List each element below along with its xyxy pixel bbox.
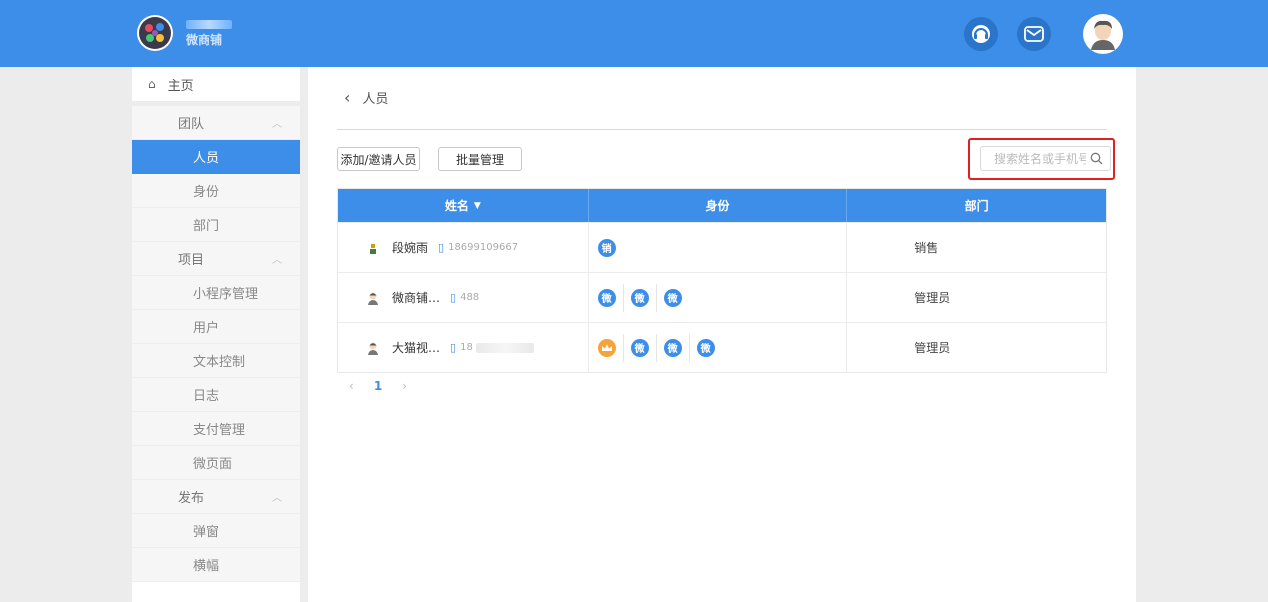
sort-caret-icon[interactable]: ▼: [474, 201, 481, 211]
user-avatar-button[interactable]: [1083, 14, 1123, 54]
badge-divider: [655, 333, 657, 362]
sidebar-group-publish[interactable]: 发布 ︿: [132, 480, 300, 514]
phone-number: 18: [460, 342, 473, 353]
crown-icon: [601, 344, 612, 351]
column-header-label: 部门: [964, 199, 989, 213]
department-cell: 管理员: [914, 341, 951, 355]
badge-divider: [688, 333, 690, 362]
role-badge[interactable]: 微: [663, 288, 682, 307]
column-header-role: 身份: [589, 189, 848, 222]
role-cell: 销: [589, 223, 848, 272]
role-badge[interactable]: 销: [597, 238, 616, 257]
blurred-phone: [475, 342, 534, 353]
role-badge[interactable]: 微: [630, 338, 649, 357]
headset-icon: [972, 25, 990, 43]
divider: [337, 129, 1107, 130]
sidebar-item-micropage[interactable]: 微页面: [132, 446, 300, 480]
sidebar-item-popup[interactable]: 弹窗: [132, 514, 300, 548]
people-table: 姓名 ▼ 身份 部门 段婉雨 ▯ 18699109667 销 销售 微商铺… ▯…: [337, 188, 1107, 373]
home-icon: ⌂: [148, 77, 156, 91]
badge-divider: [622, 283, 624, 312]
phone-icon: ▯: [438, 241, 445, 254]
page-title: 人员: [362, 92, 389, 107]
search-box[interactable]: [980, 146, 1111, 171]
department-cell: 销售: [914, 241, 939, 255]
table-row[interactable]: 微商铺… ▯ 488 微 微 微 管理员: [338, 272, 1106, 322]
role-cell: 微 微 微: [589, 273, 848, 322]
brand-name: 微商铺: [186, 33, 223, 47]
role-badge[interactable]: 微: [663, 338, 682, 357]
name-cell: 大猫视… ▯ 18: [338, 323, 589, 372]
sidebar-item-banner[interactable]: 横幅: [132, 548, 300, 582]
person-avatar-icon: [370, 243, 376, 254]
phone-number: 488: [460, 292, 480, 303]
mail-button[interactable]: [1017, 17, 1051, 51]
mail-icon: [1024, 26, 1044, 42]
logo-icon: [139, 17, 171, 49]
sidebar-item-users[interactable]: 用户: [132, 310, 300, 344]
sidebar-item-payment[interactable]: 支付管理: [132, 412, 300, 446]
role-badge[interactable]: 微: [597, 288, 616, 307]
sidebar-group-label: 团队: [178, 117, 205, 132]
sidebar-group-label: 项目: [178, 253, 205, 268]
person-avatar-icon: [368, 292, 378, 305]
main-panel: ‹ 人员 添加/邀请人员 批量管理 姓名 ▼ 身份 部门: [308, 67, 1136, 602]
table-row[interactable]: 段婉雨 ▯ 18699109667 销 销售: [338, 222, 1106, 272]
back-arrow-icon[interactable]: ‹: [344, 88, 350, 107]
sidebar-group-label: 发布: [178, 491, 205, 506]
crown-badge[interactable]: [597, 338, 616, 357]
phone-icon: ▯: [450, 341, 457, 354]
sidebar-item-home[interactable]: ⌂ 主页: [132, 67, 300, 101]
person-name: 段婉雨: [392, 241, 429, 255]
column-header-name[interactable]: 姓名 ▼: [338, 189, 589, 222]
column-header-label: 身份: [705, 199, 730, 213]
prev-page-button[interactable]: ‹: [349, 379, 354, 393]
sidebar-item-miniprogram[interactable]: 小程序管理: [132, 276, 300, 310]
search-icon[interactable]: [1090, 152, 1103, 165]
table-row[interactable]: 大猫视… ▯ 18 微 微 微 管理员: [338, 322, 1106, 372]
chevron-up-icon: ︿: [272, 119, 282, 130]
chevron-up-icon: ︿: [272, 493, 282, 504]
sidebar-item-text-control[interactable]: 文本控制: [132, 344, 300, 378]
sidebar-item-label: 主页: [167, 78, 194, 94]
sidebar-item-people[interactable]: 人员: [132, 140, 300, 174]
brand-logo[interactable]: [137, 15, 173, 51]
person-avatar-icon: [368, 342, 378, 355]
support-button[interactable]: [964, 17, 998, 51]
next-page-button[interactable]: ›: [402, 379, 407, 393]
name-cell: 微商铺… ▯ 488: [338, 273, 589, 322]
sidebar-group-project[interactable]: 项目 ︿: [132, 242, 300, 276]
batch-manage-button[interactable]: 批量管理: [438, 147, 522, 171]
department-cell: 管理员: [914, 291, 951, 305]
search-input[interactable]: [994, 151, 1086, 166]
sidebar-item-identity[interactable]: 身份: [132, 174, 300, 208]
sidebar-item-department[interactable]: 部门: [132, 208, 300, 242]
role-badge[interactable]: 微: [630, 288, 649, 307]
pagination: ‹ 1 ›: [349, 379, 427, 393]
column-header-label: 姓名: [444, 199, 469, 213]
sidebar-item-logs[interactable]: 日志: [132, 378, 300, 412]
column-header-department: 部门: [847, 189, 1106, 222]
person-name: 微商铺…: [392, 291, 441, 305]
role-badge[interactable]: 微: [696, 338, 715, 357]
phone-icon: ▯: [450, 291, 457, 304]
name-cell: 段婉雨 ▯ 18699109667: [338, 223, 589, 272]
role-cell: 微 微 微: [589, 323, 848, 372]
sidebar-group-team[interactable]: 团队 ︿: [132, 106, 300, 140]
badge-divider: [655, 283, 657, 312]
person-name: 大猫视…: [392, 341, 441, 355]
breadcrumb: ‹ 人员: [344, 88, 388, 107]
top-header: 微商铺: [0, 0, 1268, 67]
phone-number: 18699109667: [448, 242, 519, 253]
brand-blurred-text: [186, 20, 232, 29]
chevron-up-icon: ︿: [272, 255, 282, 266]
sidebar: ⌂ 主页 团队 ︿ 人员 身份 部门 项目 ︿ 小程序管理 用户 文本控制 日志…: [132, 67, 300, 602]
table-header: 姓名 ▼ 身份 部门: [338, 189, 1106, 222]
badge-divider: [622, 333, 624, 362]
page-number-current[interactable]: 1: [374, 379, 382, 393]
add-invite-button[interactable]: 添加/邀请人员: [337, 147, 420, 171]
user-avatar-icon: [1086, 17, 1120, 51]
